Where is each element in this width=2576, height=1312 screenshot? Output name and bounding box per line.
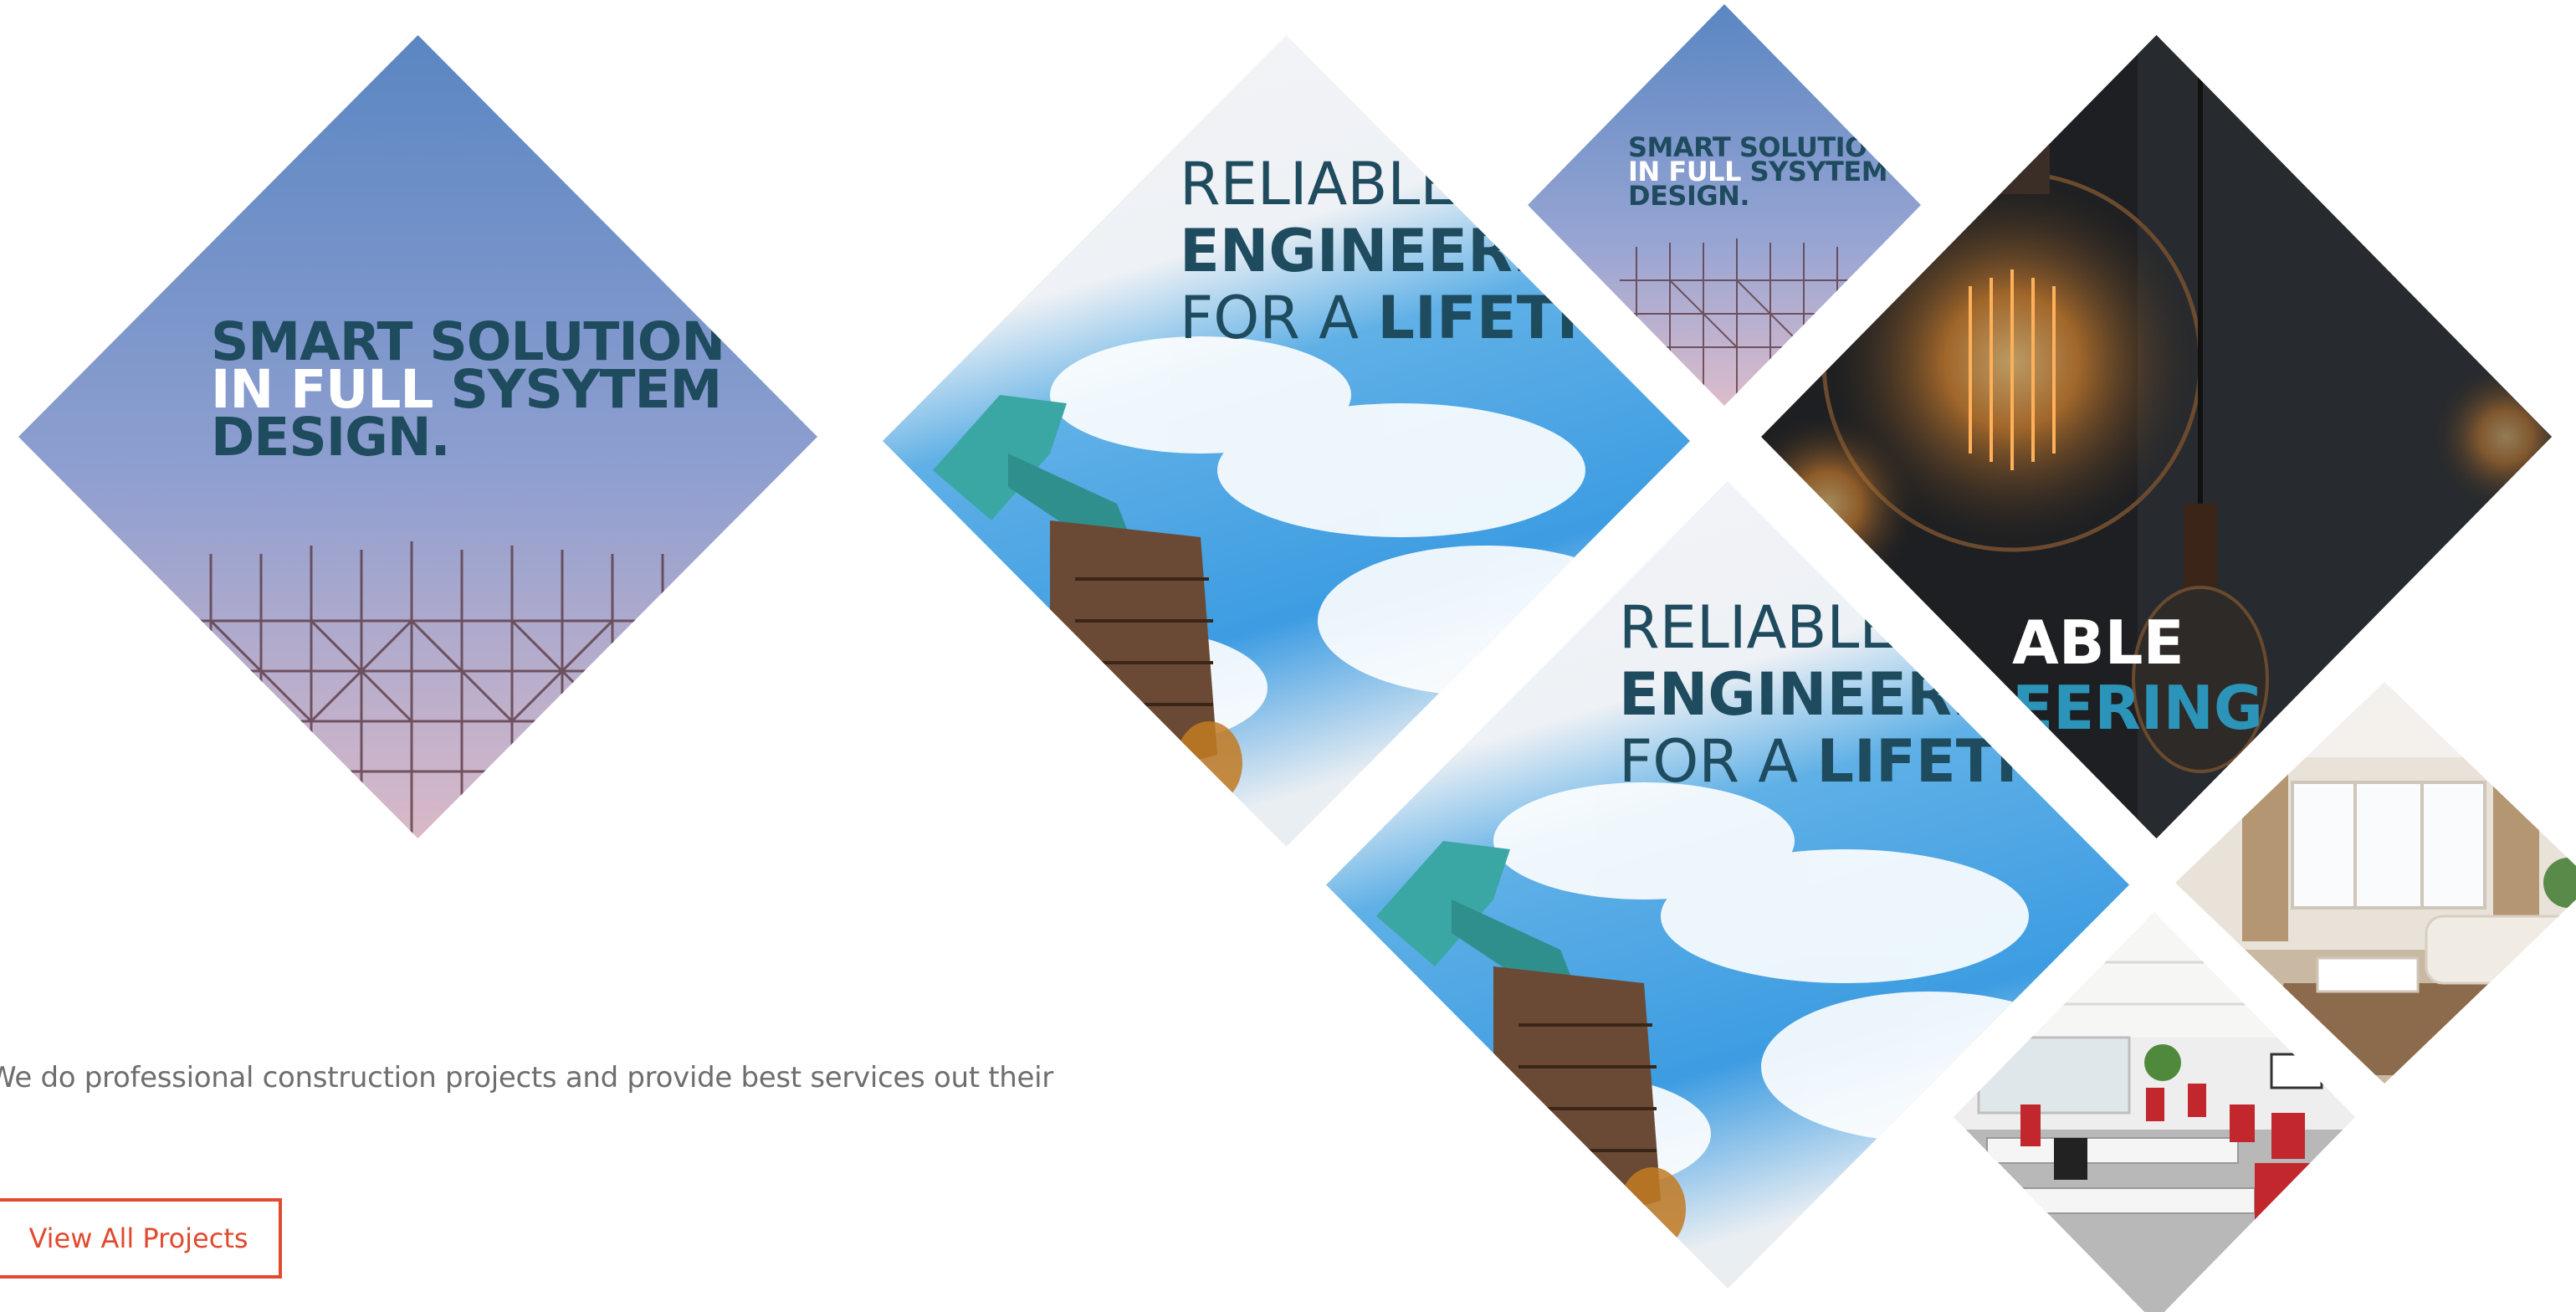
- headline-line: ABLE: [2012, 607, 2184, 678]
- banner-headline: SMART SOLUTION IN FULL SYSYTEM DESIGN.: [211, 315, 725, 464]
- project-tile-smart-solution[interactable]: SMART SOLUTION IN FULL SYSYTEM DESIGN.: [18, 35, 817, 838]
- headline-line: FOR A LIFETI: [1619, 727, 2018, 796]
- headline-line: RELIABLE: [1180, 150, 1457, 218]
- headline-line: FOR A LIFETI: [1180, 284, 1579, 352]
- banner-headline: SMART SOLUTIO IN FULL SYSYTEM DESIGN.: [1628, 134, 1888, 209]
- banner-headline: RELIABLE ENGINEERI FOR A LIFETI: [1180, 155, 1578, 356]
- banner-headline: ABLE EERING: [2012, 612, 2263, 743]
- projects-description: We do professional construction projects…: [0, 1061, 1053, 1094]
- view-all-projects-button[interactable]: View All Projects: [0, 1198, 282, 1279]
- projects-section: SMART SOLUTION IN FULL SYSYTEM DESIGN. R…: [0, 0, 2576, 1312]
- headline-line: ENGINEERI: [1619, 660, 1974, 729]
- headline-line: EERING: [2012, 673, 2263, 743]
- headline-line: ENGINEERI: [1180, 217, 1535, 285]
